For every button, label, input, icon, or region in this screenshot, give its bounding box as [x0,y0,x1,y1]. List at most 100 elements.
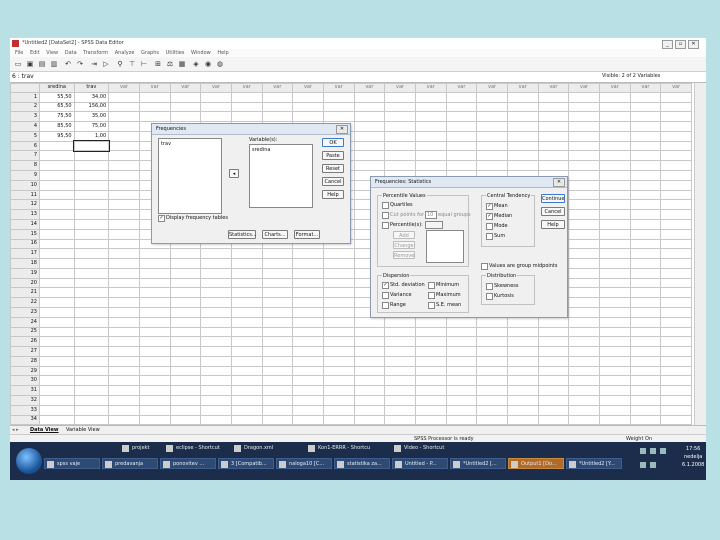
grid-cell[interactable] [506,395,539,406]
grid-cell[interactable] [568,228,600,240]
grid-cell[interactable] [200,287,232,299]
grid-cell[interactable] [629,238,662,250]
grid-cell[interactable] [322,297,355,308]
grid-cell[interactable] [39,326,75,338]
column-header[interactable]: var [230,83,263,93]
grid-cell[interactable] [568,277,600,289]
grid-cell[interactable] [537,111,570,123]
grid-cell[interactable] [660,346,692,357]
column-header[interactable]: var [568,83,600,93]
grid-cell[interactable] [73,336,110,348]
menu-window[interactable]: Window [191,49,211,57]
grid-cell[interactable] [629,160,662,172]
grid-cell[interactable] [108,238,140,250]
find-icon[interactable]: ⚲ [116,60,124,68]
row-number[interactable]: 25 [10,326,40,338]
grid-cell[interactable] [629,336,662,348]
grid-cell[interactable] [200,91,232,103]
grid-cell[interactable] [629,267,662,279]
grid-cell[interactable] [598,277,631,289]
grid-cell[interactable] [73,365,110,377]
menu-data[interactable]: Data [65,49,77,57]
cut-points-checkbox[interactable] [382,212,389,219]
grid-cell[interactable] [476,140,508,152]
grid-cell[interactable] [353,316,386,328]
grid-cell[interactable] [506,404,539,416]
grid-cell[interactable] [598,316,631,328]
taskbar-item[interactable]: spss vaje [44,458,100,469]
grid-cell[interactable] [108,316,140,328]
grid-cell[interactable] [261,414,294,426]
grid-cell[interactable] [292,395,324,406]
grid-cell[interactable] [445,385,478,397]
grid-cell[interactable] [506,160,539,172]
grid-cell[interactable] [230,316,263,328]
grid-cell[interactable] [629,248,662,260]
grid-cell[interactable] [660,258,692,269]
update-tray-icon[interactable] [650,462,656,468]
grid-cell[interactable] [598,101,631,113]
grid-cell[interactable] [39,277,75,289]
grid-cell[interactable] [261,306,294,318]
column-header[interactable]: var [537,83,570,93]
grid-cell[interactable] [39,238,75,250]
mode-checkbox[interactable] [486,223,493,230]
grid-cell[interactable] [261,111,294,123]
grid-cell[interactable] [506,385,539,397]
grid-cell[interactable] [660,385,692,397]
column-header[interactable]: trav [73,83,110,93]
grid-cell[interactable] [506,150,539,162]
grid-cell[interactable] [169,101,202,113]
grid-cell[interactable] [322,111,355,123]
grid-cell[interactable] [261,277,294,289]
grid-cell[interactable]: 75,00 [73,121,110,132]
grid-cell[interactable] [230,258,263,269]
grid-cell[interactable] [537,336,570,348]
grid-cell[interactable] [292,336,324,348]
grid-cell[interactable] [73,297,110,308]
grid-cell[interactable] [660,316,692,328]
grid-cell[interactable] [629,355,662,367]
grid-cell[interactable] [568,375,600,387]
grid-cell[interactable] [108,258,140,269]
grid-cell[interactable] [568,267,600,279]
grid-cell[interactable] [108,218,140,230]
grid-cell[interactable] [353,160,386,172]
grid-cell[interactable] [292,355,324,367]
grid-cell[interactable] [629,258,662,269]
grid-cell[interactable] [39,404,75,416]
grid-cell[interactable] [230,355,263,367]
grid-cell[interactable] [108,189,140,201]
grid-cell[interactable] [537,365,570,377]
grid-cell[interactable] [384,375,416,387]
grid-cell[interactable] [292,316,324,328]
grid-cell[interactable] [537,121,570,132]
grid-cell[interactable] [353,101,386,113]
grid-cell[interactable] [230,346,263,357]
grid-cell[interactable] [568,130,600,142]
grid-cell[interactable] [138,375,171,387]
grid-cell[interactable] [537,385,570,397]
row-number[interactable]: 12 [10,199,40,211]
grid-cell[interactable] [39,375,75,387]
grid-cell[interactable] [629,385,662,397]
taskbar-item[interactable]: Output1 [Do... [508,458,564,469]
grid-cell[interactable] [414,111,447,123]
grid-cell[interactable] [200,385,232,397]
grid-cell[interactable] [230,336,263,348]
grid-cell[interactable] [629,395,662,406]
grid-cell[interactable] [169,385,202,397]
menu-graphs[interactable]: Graphs [141,49,159,57]
group-midpoints-checkbox[interactable] [481,263,488,270]
grid-cell[interactable] [476,121,508,132]
grid-cell[interactable] [169,316,202,328]
grid-cell[interactable] [73,150,110,162]
grid-cell[interactable] [230,375,263,387]
grid-cell[interactable] [568,121,600,132]
grid-cell[interactable] [414,336,447,348]
taskbar-item[interactable]: Untitled - P... [392,458,448,469]
percentiles-checkbox[interactable] [382,222,389,229]
grid-cell[interactable] [230,404,263,416]
grid-cell[interactable] [292,248,324,260]
column-header[interactable]: var [322,83,355,93]
